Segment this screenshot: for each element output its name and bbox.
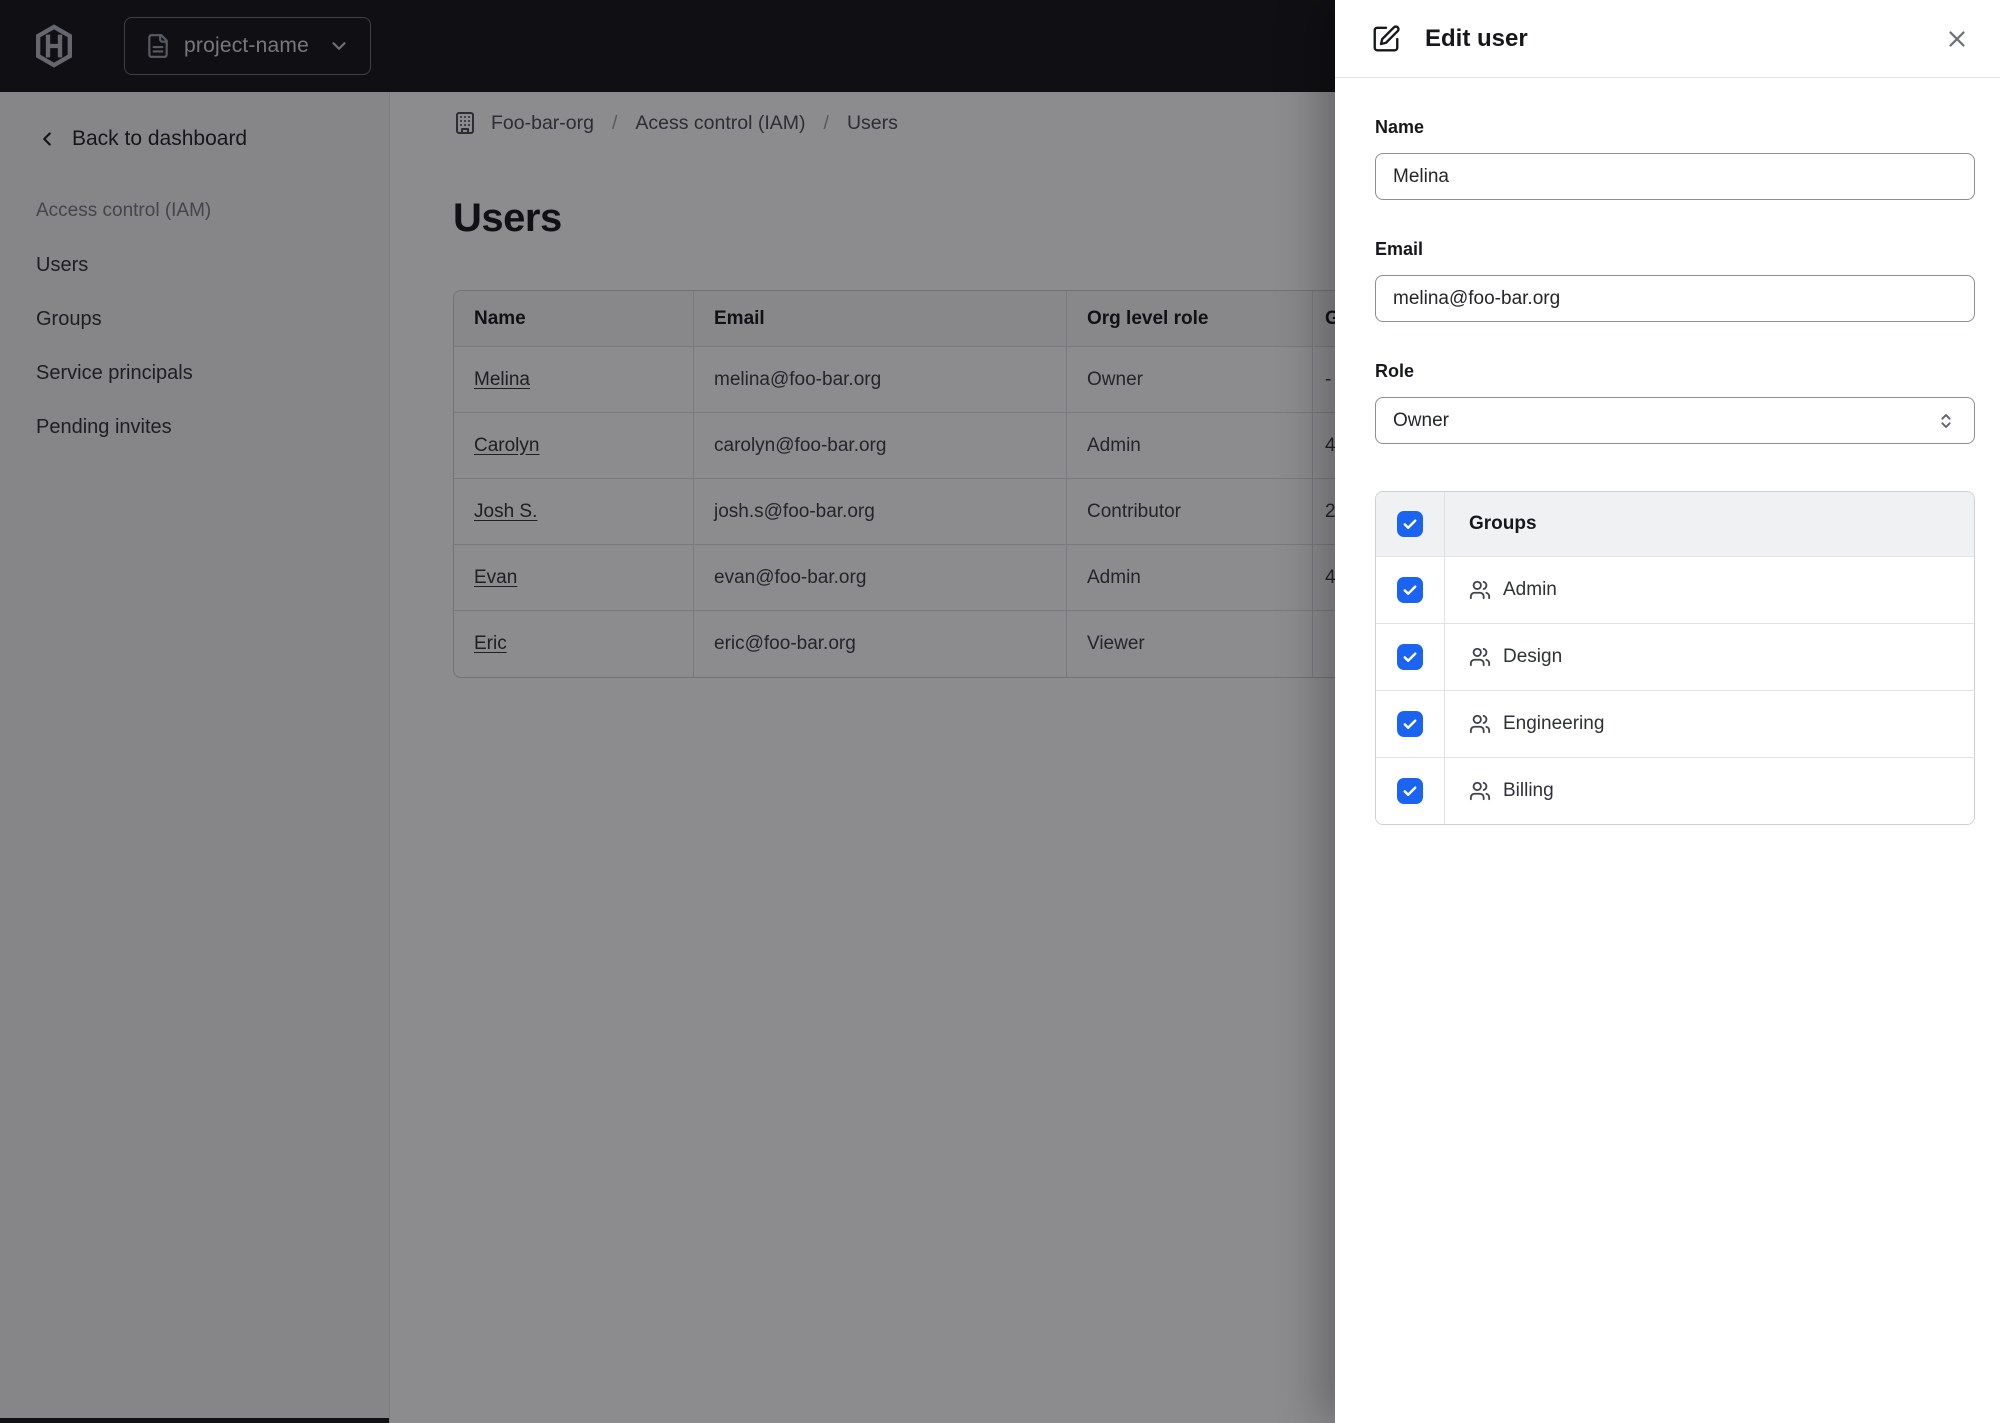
groups-panel-header-label: Groups <box>1469 513 1537 534</box>
name-field[interactable] <box>1375 153 1975 200</box>
edit-pencil-icon <box>1371 24 1401 54</box>
drawer-title: Edit user <box>1425 24 1528 52</box>
group-row-admin: Admin <box>1376 556 1974 623</box>
select-all-groups-checkbox[interactable] <box>1397 511 1423 537</box>
group-row-design: Design <box>1376 623 1974 690</box>
group-row-engineering: Engineering <box>1376 690 1974 757</box>
users-icon <box>1469 713 1491 735</box>
drawer-header: Edit user <box>1335 0 2000 78</box>
check-icon <box>1403 652 1417 662</box>
users-icon <box>1469 646 1491 668</box>
groups-panel: Groups Admin Design Engineering Billing <box>1375 491 1975 825</box>
group-checkbox-engineering[interactable] <box>1397 711 1423 737</box>
group-label: Engineering <box>1503 713 1605 734</box>
group-row-billing: Billing <box>1376 757 1974 824</box>
group-label: Design <box>1503 646 1563 667</box>
group-label: Admin <box>1503 579 1557 600</box>
group-checkbox-billing[interactable] <box>1397 778 1423 804</box>
users-icon <box>1469 780 1491 802</box>
group-checkbox-admin[interactable] <box>1397 577 1423 603</box>
check-icon <box>1403 786 1417 796</box>
group-checkbox-design[interactable] <box>1397 644 1423 670</box>
groups-panel-header: Groups <box>1376 492 1974 556</box>
up-down-caret-icon <box>1935 410 1957 432</box>
check-icon <box>1403 719 1417 729</box>
email-field[interactable] <box>1375 275 1975 322</box>
check-icon <box>1403 585 1417 595</box>
role-select[interactable]: Owner <box>1375 397 1975 444</box>
drawer-body: Name Email Role Owner Groups <box>1335 115 2000 825</box>
check-icon <box>1403 519 1417 529</box>
role-field-label: Role <box>1375 361 1415 381</box>
email-field-label: Email <box>1375 239 1424 259</box>
app-root: project-name Back to dashboard Access co… <box>0 0 2000 1423</box>
group-label: Billing <box>1503 780 1554 801</box>
role-select-value: Owner <box>1393 409 1449 431</box>
edit-user-drawer: Edit user Name Email Role Owner <box>1335 0 2000 1423</box>
name-field-label: Name <box>1375 117 1425 137</box>
close-icon[interactable] <box>1940 22 1974 56</box>
users-icon <box>1469 579 1491 601</box>
